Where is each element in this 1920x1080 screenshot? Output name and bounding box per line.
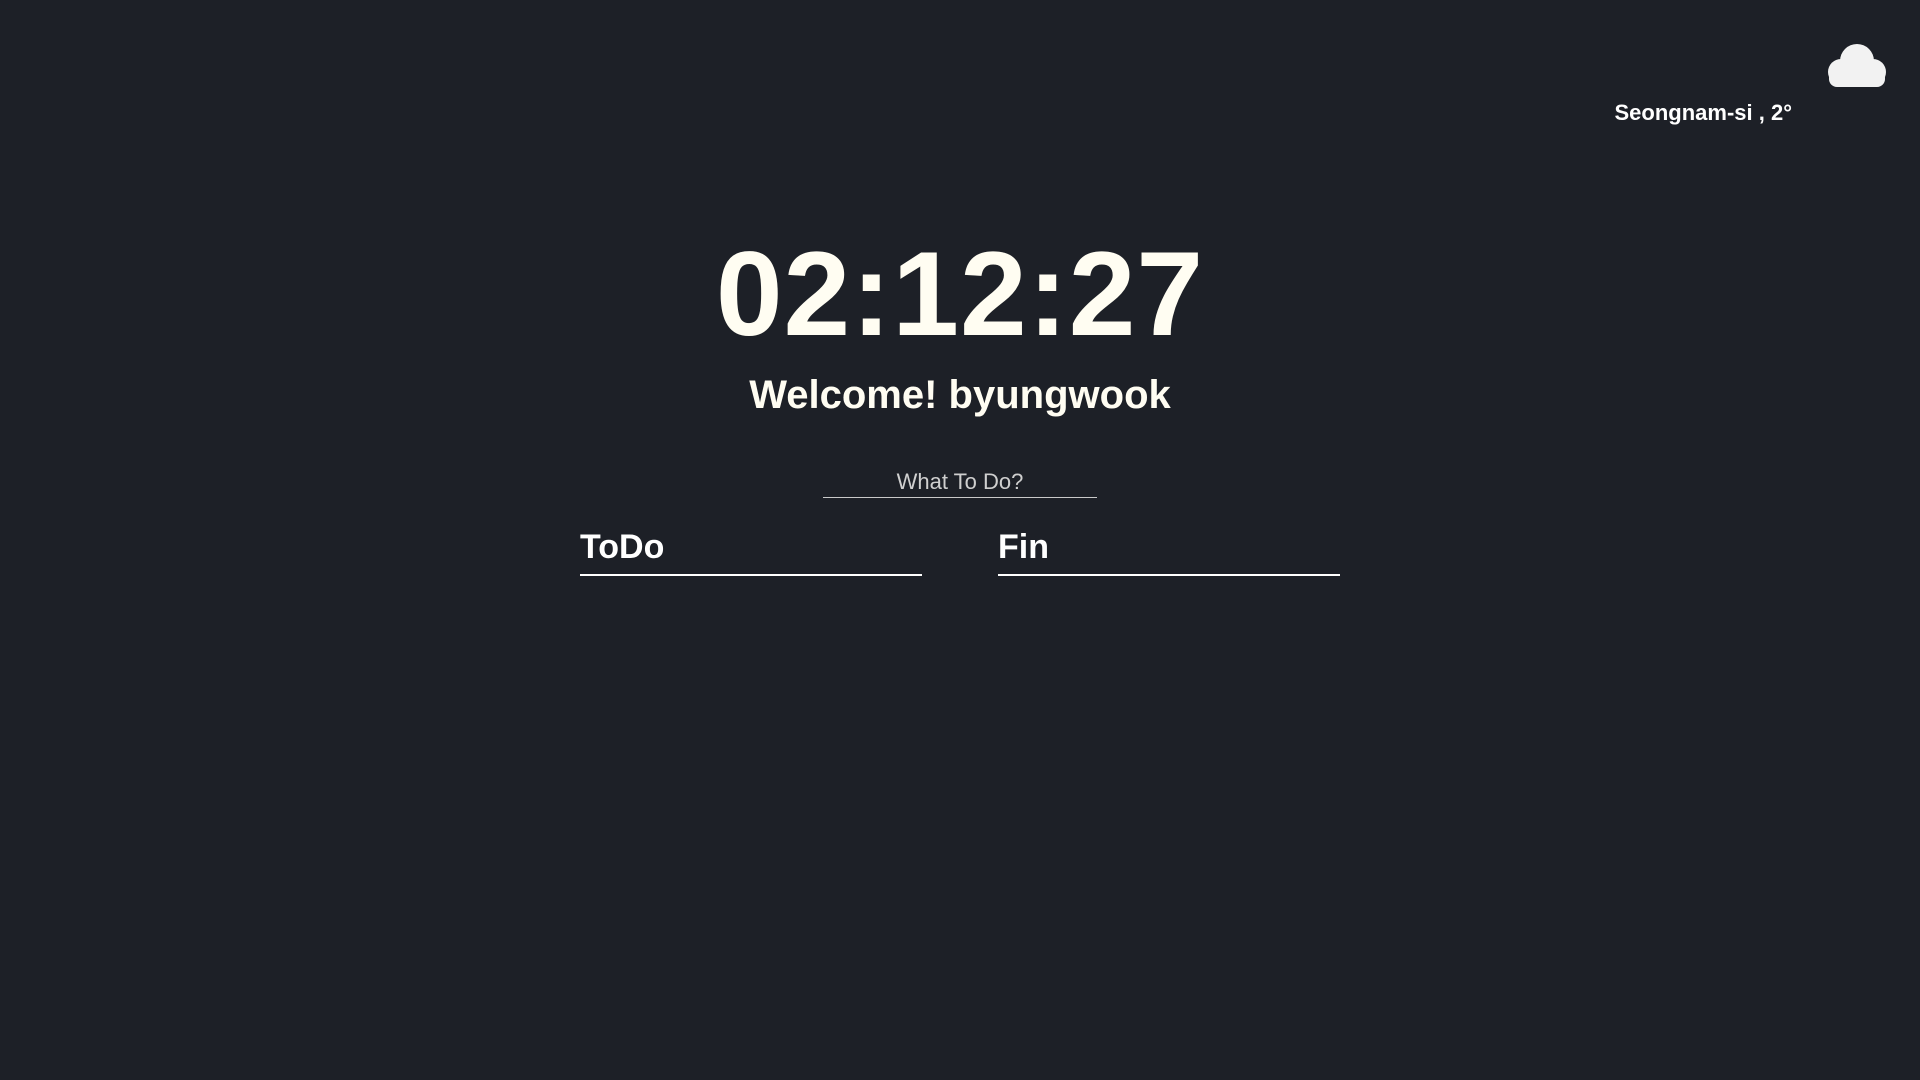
weather-widget: Seongnam-si , 2°	[1580, 0, 1920, 140]
fin-list-column: Fin	[998, 522, 1340, 576]
todo-list-column: ToDo	[580, 522, 922, 576]
greeting-text: Welcome! byungwook	[749, 373, 1171, 417]
todo-list-title: ToDo	[580, 522, 922, 576]
todo-input[interactable]	[823, 466, 1097, 498]
todo-form	[823, 466, 1097, 500]
weather-location-temp: Seongnam-si , 2°	[1614, 100, 1792, 125]
cloud-icon	[1819, 42, 1889, 90]
clock-display: 02:12:27	[715, 227, 1205, 361]
app-root: Seongnam-si , 2° 02:12:27 Welcome! byung…	[0, 0, 1920, 1080]
fin-list-title: Fin	[998, 522, 1340, 576]
